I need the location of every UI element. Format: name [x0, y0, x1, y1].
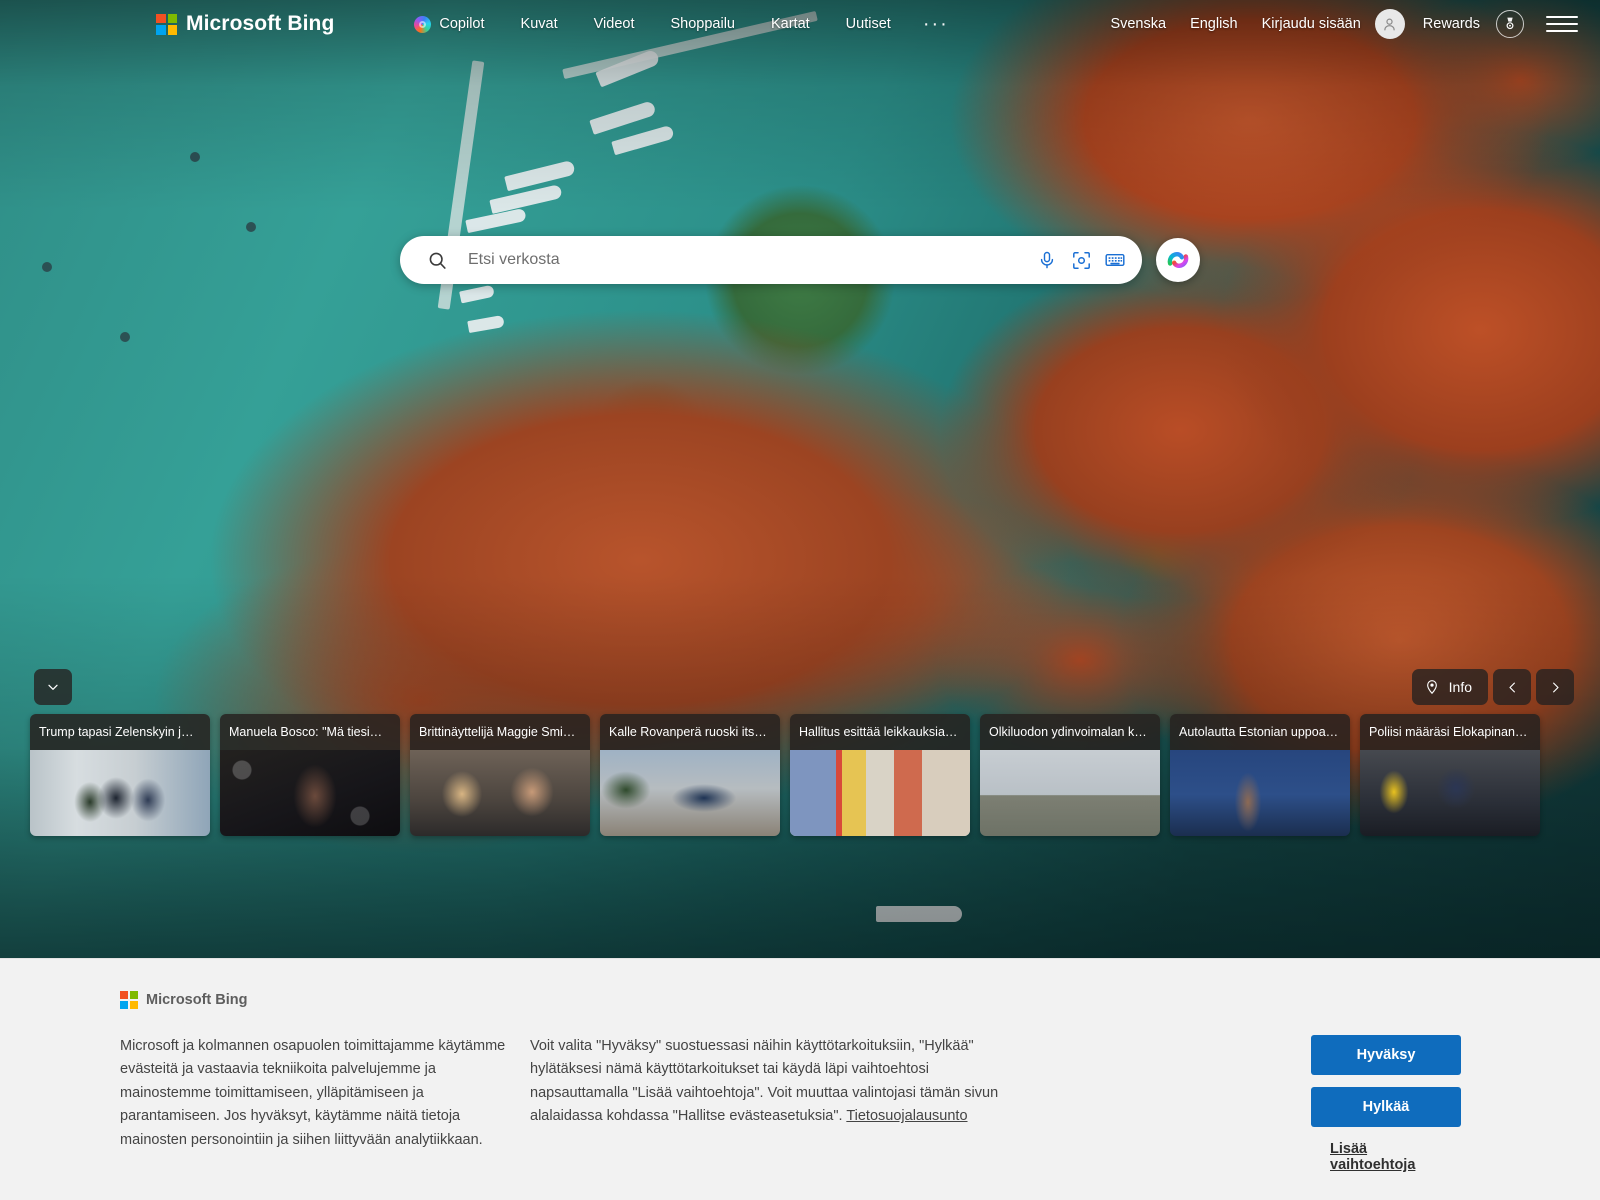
- info-button[interactable]: Info: [1411, 669, 1488, 705]
- news-card[interactable]: Hallitus esittää leikkauksia…: [790, 714, 970, 836]
- language-swedish-link[interactable]: Svenska: [1098, 10, 1178, 38]
- news-card[interactable]: Kalle Rovanperä ruoski its…: [600, 714, 780, 836]
- avatar[interactable]: [1374, 9, 1405, 39]
- brand-title: Microsoft Bing: [186, 12, 335, 35]
- news-card[interactable]: Brittinäyttelijä Maggie Smi…: [410, 714, 590, 836]
- sign-in-link[interactable]: Kirjaudu sisään: [1250, 10, 1373, 38]
- news-card-image: [1170, 750, 1350, 836]
- news-card-title: Kalle Rovanperä ruoski its…: [600, 714, 780, 750]
- search-icon: [420, 243, 454, 277]
- news-card-image: [600, 750, 780, 836]
- hamburger-icon[interactable]: [1546, 9, 1578, 39]
- news-card-title: Poliisi määräsi Elokapinan…: [1360, 714, 1540, 750]
- nav-item-kartat[interactable]: Kartat: [753, 10, 828, 38]
- search-area: [400, 236, 1200, 284]
- search-box[interactable]: [400, 236, 1142, 284]
- cookie-banner-brand: Microsoft Bing: [146, 992, 248, 1008]
- chevron-down-icon: [48, 684, 58, 690]
- nav-item-kuvat[interactable]: Kuvat: [503, 10, 576, 38]
- header-right-group: Svenska English Kirjaudu sisään Rewards: [1098, 9, 1584, 39]
- news-card[interactable]: Poliisi määräsi Elokapinan…: [1360, 714, 1540, 836]
- nav-label-copilot: Copilot: [439, 16, 485, 32]
- keyboard-icon[interactable]: [1098, 243, 1132, 277]
- hero-image-region: Microsoft Bing Copilot Kuvat Videot Shop…: [0, 0, 1600, 958]
- cookie-banner-logo: Microsoft Bing: [120, 991, 1480, 1009]
- copilot-icon: [414, 15, 432, 33]
- visual-search-icon[interactable]: [1064, 243, 1098, 277]
- privacy-statement-link[interactable]: Tietosuojalausunto: [846, 1108, 967, 1124]
- news-card[interactable]: Trump tapasi Zelenskyin j…: [30, 714, 210, 836]
- info-label: Info: [1448, 679, 1472, 695]
- news-card-title: Olkiluodon ydinvoimalan k…: [980, 714, 1160, 750]
- news-card-title: Autolautta Estonian uppoa…: [1170, 714, 1350, 750]
- accept-button[interactable]: Hyväksy: [1311, 1035, 1461, 1075]
- person-icon: [1384, 18, 1395, 30]
- news-card-image: [1360, 750, 1540, 836]
- copilot-button[interactable]: [1156, 238, 1200, 282]
- search-input[interactable]: [454, 251, 1030, 269]
- news-card-title: Brittinäyttelijä Maggie Smi…: [410, 714, 590, 750]
- chevron-right-icon: [1552, 682, 1559, 692]
- cookie-banner-body: Microsoft ja kolmannen osapuolen toimitt…: [120, 1035, 1480, 1173]
- cookie-text-left: Microsoft ja kolmannen osapuolen toimitt…: [120, 1038, 506, 1148]
- site-header: Microsoft Bing Copilot Kuvat Videot Shop…: [0, 0, 1600, 48]
- news-card-title: Hallitus esittää leikkauksia…: [790, 714, 970, 750]
- news-card-image: [980, 750, 1160, 836]
- cookie-consent-banner: Microsoft Bing Microsoft ja kolmannen os…: [0, 958, 1600, 1200]
- news-card[interactable]: Olkiluodon ydinvoimalan k…: [980, 714, 1160, 836]
- news-card-image: [790, 750, 970, 836]
- news-card-image: [30, 750, 210, 836]
- news-card-title: Trump tapasi Zelenskyin j…: [30, 714, 210, 750]
- medal-icon: [1506, 17, 1514, 30]
- nav-item-shoppailu[interactable]: Shoppailu: [652, 10, 753, 38]
- copilot-icon: [1167, 252, 1189, 268]
- previous-image-button[interactable]: [1493, 669, 1531, 705]
- primary-nav: Copilot Kuvat Videot Shoppailu Kartat Uu…: [396, 10, 962, 39]
- news-card[interactable]: Manuela Bosco: "Mä tiesi…: [220, 714, 400, 836]
- rewards-badge[interactable]: [1496, 10, 1524, 38]
- nav-item-videot[interactable]: Videot: [576, 10, 653, 38]
- nav-item-uutiset[interactable]: Uutiset: [828, 10, 909, 38]
- news-card-title: Manuela Bosco: "Mä tiesi…: [220, 714, 400, 750]
- more-menu-icon[interactable]: ···: [909, 14, 963, 34]
- cookie-text-right: Voit valita "Hyväksy" suostuessasi näihi…: [530, 1035, 1000, 1129]
- next-image-button[interactable]: [1536, 669, 1574, 705]
- microsoft-logo-icon: [156, 13, 177, 35]
- news-card-image: [220, 750, 400, 836]
- chevron-left-icon: [1508, 682, 1515, 692]
- microphone-icon[interactable]: [1030, 243, 1064, 277]
- language-english-link[interactable]: English: [1178, 10, 1250, 38]
- hero-controls: Info: [1411, 669, 1574, 705]
- collapse-hero-button[interactable]: [34, 669, 72, 705]
- nav-item-copilot[interactable]: Copilot: [396, 10, 502, 39]
- news-card[interactable]: Autolautta Estonian uppoa…: [1170, 714, 1350, 836]
- news-card-image: [410, 750, 590, 836]
- rewards-link[interactable]: Rewards: [1411, 10, 1492, 38]
- news-card-carousel: Trump tapasi Zelenskyin j… Manuela Bosco…: [30, 714, 1600, 836]
- reject-button[interactable]: Hylkää: [1311, 1087, 1461, 1127]
- cookie-actions: Hyväksy Hylkää Lisää vaihtoehtoja: [1311, 1035, 1480, 1173]
- location-pin-icon: [1426, 680, 1437, 695]
- microsoft-logo-icon: [120, 991, 138, 1009]
- bing-logo[interactable]: Microsoft Bing: [156, 12, 334, 36]
- more-options-link[interactable]: Lisää vaihtoehtoja: [1330, 1141, 1442, 1173]
